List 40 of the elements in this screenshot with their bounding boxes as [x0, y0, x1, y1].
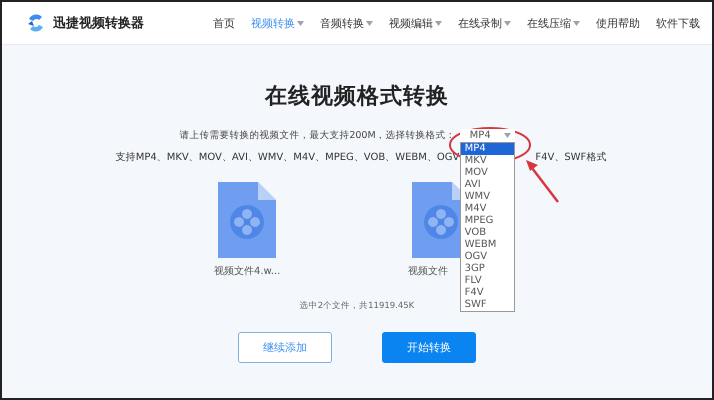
nav-link[interactable]: 在线录制 [458, 16, 511, 30]
format-option[interactable]: VOB [460, 227, 514, 239]
video-file-icon [218, 182, 276, 258]
format-option[interactable]: MKV [460, 155, 514, 167]
nav-link[interactable]: 在线压缩 [527, 16, 580, 30]
caret-icon [504, 20, 511, 26]
nav-link[interactable]: 首页 [213, 16, 235, 30]
nav-link[interactable]: 音频转换 [320, 16, 373, 30]
start-convert-button[interactable]: 开始转换 [382, 332, 476, 363]
caret-icon [366, 20, 373, 26]
format-option[interactable]: 3GP [460, 263, 514, 275]
caret-icon [504, 133, 511, 138]
format-option[interactable]: MPEG [460, 215, 514, 227]
nav-link[interactable]: 视频编辑 [389, 16, 442, 30]
format-option[interactable]: M4V [460, 203, 514, 215]
caret-icon [573, 20, 580, 26]
format-option[interactable]: MP4 [460, 143, 514, 155]
supported-formats-text: F4V、SWF格式 [535, 150, 606, 164]
format-option[interactable]: WEBM [460, 239, 514, 251]
selection-summary: 选中2个文件，共11919.45K [300, 300, 414, 312]
nav-link[interactable]: 软件下载 [656, 16, 700, 30]
format-select[interactable]: MP4 [460, 129, 515, 142]
annotation-arrow [526, 160, 559, 203]
logo-icon [26, 13, 46, 33]
format-option[interactable]: AVI [460, 179, 514, 191]
brand-name: 迅捷视频转换器 [53, 15, 144, 32]
nav-link[interactable]: 使用帮助 [596, 16, 640, 30]
format-option[interactable]: FLV [460, 275, 514, 287]
format-option[interactable]: F4V [460, 287, 514, 299]
format-option[interactable]: MOV [460, 167, 514, 179]
page-title: 在线视频格式转换 [265, 83, 449, 111]
format-option[interactable]: WMV [460, 191, 514, 203]
caret-icon [435, 20, 442, 26]
caret-icon [297, 20, 304, 26]
upload-hint: 请上传需要转换的视频文件，最大支持200M，选择转换格式： [179, 129, 456, 142]
format-option[interactable]: SWF [460, 299, 514, 311]
file-name: 视频文件 [408, 264, 448, 278]
supported-formats-text: 支持MP4、MKV、MOV、AVI、WMV、M4V、MPEG、VOB、WEBM、OGV [116, 150, 460, 164]
file-name: 视频文件4.w... [214, 264, 280, 278]
format-option[interactable]: OGV [460, 251, 514, 263]
